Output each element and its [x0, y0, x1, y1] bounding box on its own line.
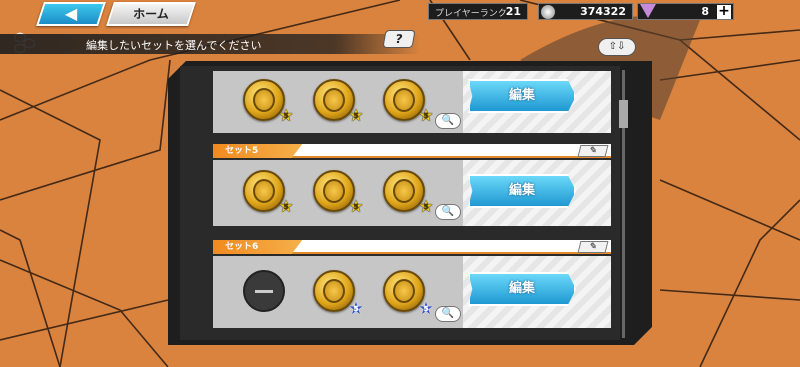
star-rank-icon: ★ 5: [278, 106, 294, 126]
set-header: セット5 ✎: [213, 144, 611, 158]
gem-icon: [640, 4, 656, 18]
star-rank-icon: ★ 5: [418, 106, 434, 126]
star-rank-icon: ★ 5: [348, 197, 364, 217]
instruction-banner: 編集したいセットを選んでください: [0, 34, 420, 54]
set-list[interactable]: ★ 5 ★ 5 ★ 5 🔍 編集 セット5 ✎ ★ 5 ★ 5 ★ 5 🔍 編集 セット6 …: [180, 66, 620, 340]
gem-display: 8 +: [637, 3, 734, 20]
set-row: ★ 5 ★ 5 🔍 編集: [213, 256, 611, 328]
edit-button[interactable]: 編集: [468, 79, 576, 113]
edit-button[interactable]: 編集: [468, 174, 576, 208]
empty-slot[interactable]: [243, 270, 285, 312]
magnifier-icon[interactable]: 🔍: [435, 306, 461, 322]
star-rank-icon: ★ 5: [348, 106, 364, 126]
rename-pen-icon[interactable]: ✎: [577, 145, 609, 157]
coin-icon: [541, 5, 555, 19]
back-button[interactable]: ◀: [36, 2, 106, 26]
set-name-label: セット5: [213, 144, 303, 158]
minus-icon: [255, 290, 273, 293]
home-button[interactable]: ホーム: [106, 2, 196, 26]
player-rank-display: プレイヤーランク 21: [428, 3, 528, 20]
player-rank-value: 21: [505, 5, 521, 18]
back-arrow-icon: ◀: [64, 4, 78, 23]
set-row: ★ 5 ★ 5 ★ 5 🔍 編集: [213, 160, 611, 226]
gem-value: 8: [701, 5, 709, 18]
star-rank-icon: ★ 5: [348, 299, 364, 319]
home-button-label: ホーム: [133, 7, 169, 21]
coin-display: 374322: [538, 3, 633, 20]
edit-button-label: 編集: [508, 281, 535, 296]
rename-pen-icon[interactable]: ✎: [577, 241, 609, 253]
add-gems-button[interactable]: +: [717, 4, 731, 19]
sort-button[interactable]: ⇧⇩: [598, 38, 636, 56]
coin-value: 374322: [580, 5, 626, 18]
set-name-label: セット6: [213, 240, 303, 254]
instruction-text: 編集したいセットを選んでください: [86, 39, 262, 52]
player-rank-label: プレイヤーランク: [435, 9, 507, 19]
edit-button[interactable]: 編集: [468, 272, 576, 306]
edit-button-label: 編集: [508, 88, 535, 103]
star-rank-icon: ★ 5: [418, 299, 434, 319]
set-header: セット6 ✎: [213, 240, 611, 254]
star-rank-icon: ★ 5: [278, 197, 294, 217]
scrollbar-thumb[interactable]: [619, 100, 628, 128]
set-row: ★ 5 ★ 5 ★ 5 🔍 編集: [213, 71, 611, 133]
edit-button-label: 編集: [508, 183, 535, 198]
magnifier-icon[interactable]: 🔍: [435, 204, 461, 220]
magnifier-icon[interactable]: 🔍: [435, 113, 461, 129]
help-button[interactable]: ?: [382, 30, 416, 48]
star-rank-icon: ★ 5: [418, 197, 434, 217]
